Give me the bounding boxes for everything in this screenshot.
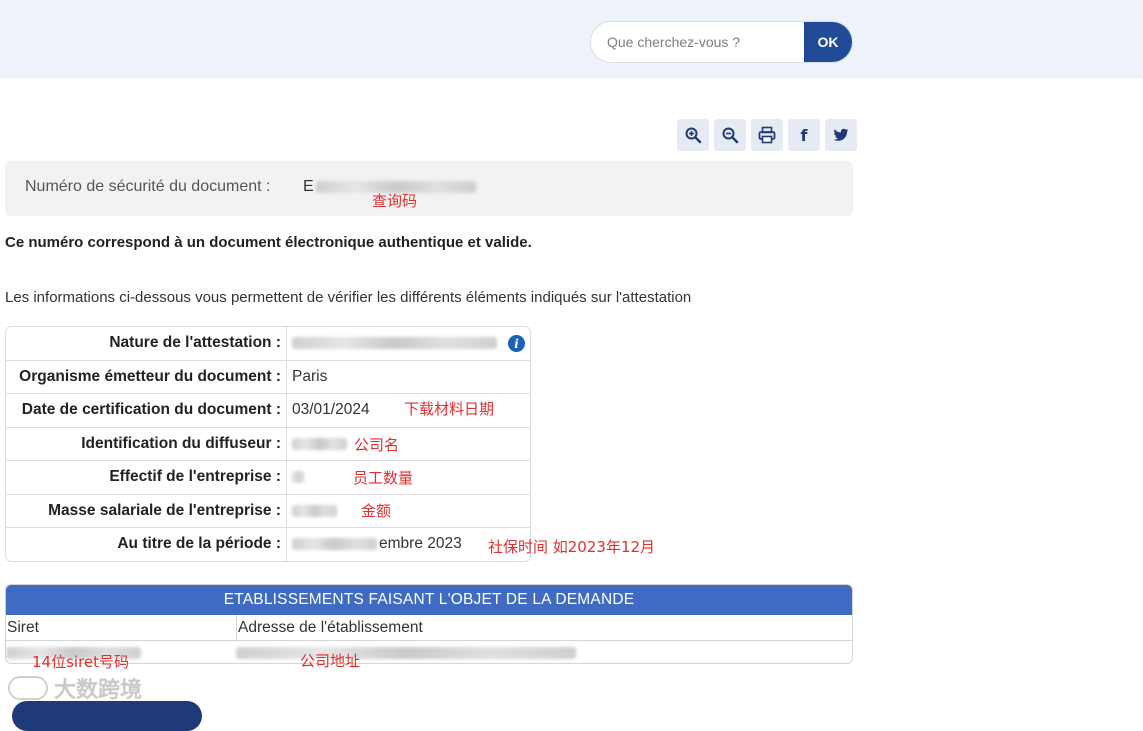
row-label: Date de certification du document :: [6, 394, 287, 428]
info-message: Les informations ci-dessous vous permett…: [5, 289, 692, 306]
row-label: Masse salariale de l'entreprise :: [6, 494, 287, 528]
annotation-download-date: 下载材料日期: [404, 400, 495, 418]
security-number-prefix: E: [303, 178, 314, 195]
watermark-text: 大数跨境: [54, 678, 143, 703]
annotation-employee-count: 员工数量: [353, 469, 414, 487]
table-row: Nature de l'attestation : i: [6, 327, 530, 361]
top-header-bar: [0, 0, 1143, 76]
annotation-period: 社保时间 如2023年12月: [488, 538, 656, 556]
bottom-button-partial[interactable]: [12, 701, 202, 731]
annotation-siret: 14位siret号码: [32, 653, 130, 671]
authentic-message: Ce numéro correspond à un document élect…: [5, 234, 532, 251]
annotation-amount: 金额: [361, 502, 392, 520]
redacted-address: [236, 647, 576, 659]
security-number-label: Numéro de sécurité du document :: [25, 178, 271, 195]
table-row: Effectif de l'entreprise :: [6, 461, 530, 495]
table-row: Organisme émetteur du document : Paris: [6, 360, 530, 394]
establishments-header: ETABLISSEMENTS FAISANT L'OBJET DE LA DEM…: [6, 585, 852, 615]
redacted-value: [292, 538, 377, 551]
twitter-icon[interactable]: [825, 119, 857, 151]
row-label: Identification du diffuseur :: [6, 427, 287, 461]
period-value: embre 2023: [379, 535, 462, 553]
row-value: i: [287, 327, 530, 361]
security-number-box: Numéro de sécurité du document : E: [5, 161, 853, 216]
search-ok-button[interactable]: OK: [804, 22, 852, 62]
siret-column-header: Siret: [6, 615, 237, 640]
attestation-details-table: Nature de l'attestation : i Organisme ém…: [5, 326, 531, 562]
table-row: Identification du diffuseur :: [6, 427, 530, 461]
table-row: Au titre de la période : embre 2023: [6, 528, 530, 561]
establishments-table: ETABLISSEMENTS FAISANT L'OBJET DE LA DEM…: [5, 584, 853, 664]
facebook-glyph: f: [801, 126, 809, 144]
annotation-address: 公司地址: [300, 652, 361, 670]
row-label: Nature de l'attestation :: [6, 327, 287, 361]
search-bar: OK: [590, 21, 853, 63]
table-row: [6, 641, 852, 663]
redacted-value: [292, 504, 337, 517]
zoom-in-icon[interactable]: [677, 119, 709, 151]
row-value: Paris: [287, 361, 530, 394]
table-row: Masse salariale de l'entreprise :: [6, 494, 530, 528]
search-input[interactable]: [591, 22, 804, 62]
redacted-value: [292, 471, 304, 484]
address-column-header: Adresse de l'établissement: [238, 618, 423, 636]
annotation-security-code: 查询码: [372, 192, 418, 210]
watermark-logo-icon: [8, 676, 48, 700]
establishments-columns: Siret Adresse de l'établissement: [6, 615, 852, 641]
zoom-out-icon[interactable]: [714, 119, 746, 151]
redacted-value: [292, 437, 347, 450]
redacted-value: [292, 337, 497, 350]
row-label: Organisme émetteur du document :: [6, 360, 287, 394]
annotation-company-name: 公司名: [354, 436, 400, 454]
watermark: 大数跨境: [8, 672, 142, 704]
print-icon[interactable]: [751, 119, 783, 151]
row-label: Au titre de la période :: [6, 528, 287, 561]
row-label: Effectif de l'entreprise :: [6, 461, 287, 495]
document-toolbar: f: [677, 119, 857, 151]
row-value: [287, 428, 530, 461]
info-icon[interactable]: i: [508, 335, 525, 352]
row-value: [287, 495, 530, 528]
facebook-icon[interactable]: f: [788, 119, 820, 151]
